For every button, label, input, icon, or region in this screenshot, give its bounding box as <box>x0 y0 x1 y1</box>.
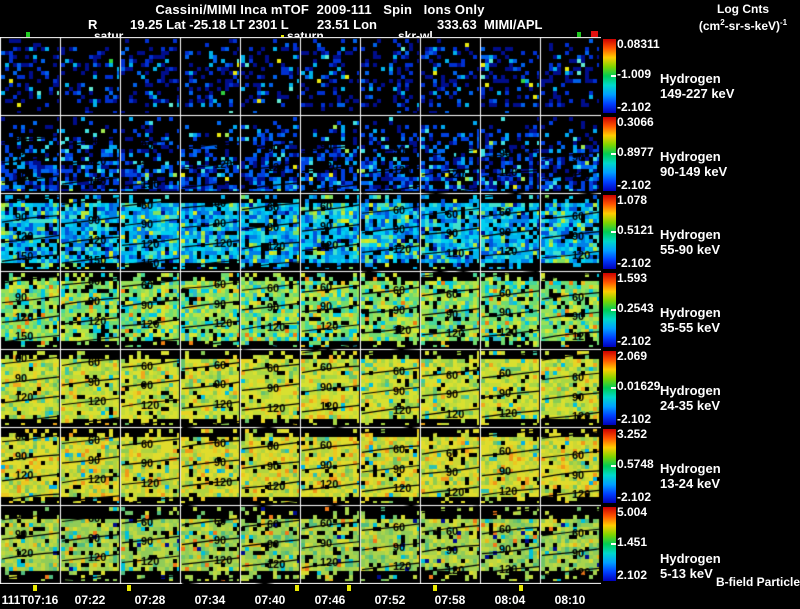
time-tick-5: 07:46 <box>314 593 346 607</box>
colorbar-max-value: 1.593 <box>617 271 648 285</box>
channel-energy: 55-90 keV <box>660 242 720 257</box>
ephemeris-token: 19.25 Lat -25.18 LT 2301 L <box>130 17 289 32</box>
colorbar-mid-tick <box>611 75 616 77</box>
colorbar-row-3 <box>603 273 616 347</box>
colorbar-mid-tick <box>611 387 616 389</box>
bottom-event-tick <box>33 585 37 591</box>
colorbar-row-6 <box>603 507 616 581</box>
bottom-event-tick <box>519 585 523 591</box>
units-formula: (cm2-sr-s-keV)-1 <box>698 18 788 33</box>
colorbar-mid-value: -1.009 <box>617 67 652 81</box>
channel-species: Hydrogen <box>660 71 721 86</box>
colorbar-units-label: Log Cnts (cm2-sr-s-keV)-1 <box>688 2 798 33</box>
time-tick-4: 07:40 <box>254 593 286 607</box>
time-tick-3: 07:34 <box>194 593 226 607</box>
channel-species: Hydrogen <box>660 305 721 320</box>
channel-energy: 149-227 keV <box>660 86 735 101</box>
channel-label-row-4: Hydrogen 24-35 keV <box>660 383 721 413</box>
colorbar-min-value: -2.102 <box>617 178 652 192</box>
channel-species: Hydrogen <box>660 551 721 566</box>
channel-species: Hydrogen <box>660 383 721 398</box>
time-tick-8: 08:04 <box>494 593 526 607</box>
ephemeris-token: 333.63 <box>437 17 477 32</box>
colorbar-min-value: -2.102 <box>617 490 652 504</box>
colorbar-max-value: 5.004 <box>617 505 648 519</box>
channel-label-row-5: Hydrogen 13-24 keV <box>660 461 721 491</box>
time-tick-0: 111T07:16 <box>1 593 59 607</box>
channel-label-row-6: Hydrogen 5-13 keV <box>660 551 721 581</box>
colorbar-mid-value: 0.8977 <box>617 145 654 159</box>
time-tick-9: 08:10 <box>554 593 586 607</box>
colorbar-row-5 <box>603 429 616 503</box>
colorbar-min-value: -2.102 <box>617 100 652 114</box>
colorbar-max-value: 3.252 <box>617 427 648 441</box>
colorbar-row-4 <box>603 351 616 425</box>
bottom-event-tick <box>433 585 437 591</box>
bfield-flow-label: B-field Particle Flow <box>716 575 800 589</box>
bottom-event-tick <box>127 585 131 591</box>
colorbar-row-0 <box>603 39 616 113</box>
channel-label-row-2: Hydrogen 55-90 keV <box>660 227 721 257</box>
cassini-mimi-inca-display: Cassini/MIMI Inca mTOF 2009-111 Spin Ion… <box>0 0 800 609</box>
colorbar-min-value: -2.102 <box>617 412 652 426</box>
units-title: Log Cnts <box>717 2 769 16</box>
colorbar-min-value: 2.102 <box>617 568 648 582</box>
colorbar-mid-value: 0.2543 <box>617 301 654 315</box>
channel-label-row-3: Hydrogen 35-55 keV <box>660 305 721 335</box>
colorbar-mid-tick <box>611 153 616 155</box>
channel-species: Hydrogen <box>660 461 721 476</box>
page-title: Cassini/MIMI Inca mTOF 2009-111 Spin Ion… <box>155 2 485 17</box>
colorbar-mid-tick <box>611 465 616 467</box>
colorbar-min-value: -2.102 <box>617 334 652 348</box>
colorbar-mid-value: 0.5121 <box>617 223 654 237</box>
colorbar-mid-tick <box>611 231 616 233</box>
colorbar-mid-value: 1.451 <box>617 535 648 549</box>
colorbar-mid-value: 0.5748 <box>617 457 654 471</box>
colorbar-mid-tick <box>611 543 616 545</box>
ephemeris-token: 23.51 Lon <box>317 17 377 32</box>
bottom-event-tick <box>295 585 299 591</box>
channel-energy: 5-13 keV <box>660 566 713 581</box>
colorbar-max-value: 2.069 <box>617 349 648 363</box>
time-tick-6: 07:52 <box>374 593 406 607</box>
colorbar-min-value: -2.102 <box>617 256 652 270</box>
colorbar-max-value: 1.078 <box>617 193 648 207</box>
channel-species: Hydrogen <box>660 149 721 164</box>
channel-energy: 90-149 keV <box>660 164 728 179</box>
colorbar-row-2 <box>603 195 616 269</box>
channel-label-row-1: Hydrogen 90-149 keV <box>660 149 727 179</box>
channel-energy: 24-35 keV <box>660 398 720 413</box>
colorbar-max-value: 0.08311 <box>617 37 660 51</box>
colorbar-max-value: 0.3066 <box>617 115 654 129</box>
colorbar-row-1 <box>603 117 616 191</box>
time-tick-7: 07:58 <box>434 593 466 607</box>
channel-energy: 13-24 keV <box>660 476 720 491</box>
ephemeris-token: MIMI/APL <box>484 17 543 32</box>
colorbar-mid-value: 0.01629 <box>617 379 661 393</box>
channel-energy: 35-55 keV <box>660 320 720 335</box>
spectrogram-canvas <box>0 37 601 584</box>
bottom-event-tick <box>347 585 351 591</box>
channel-label-row-0: Hydrogen 149-227 keV <box>660 71 734 101</box>
time-tick-2: 07:28 <box>134 593 166 607</box>
channel-species: Hydrogen <box>660 227 721 242</box>
time-tick-1: 07:22 <box>74 593 106 607</box>
colorbar-mid-tick <box>611 309 616 311</box>
